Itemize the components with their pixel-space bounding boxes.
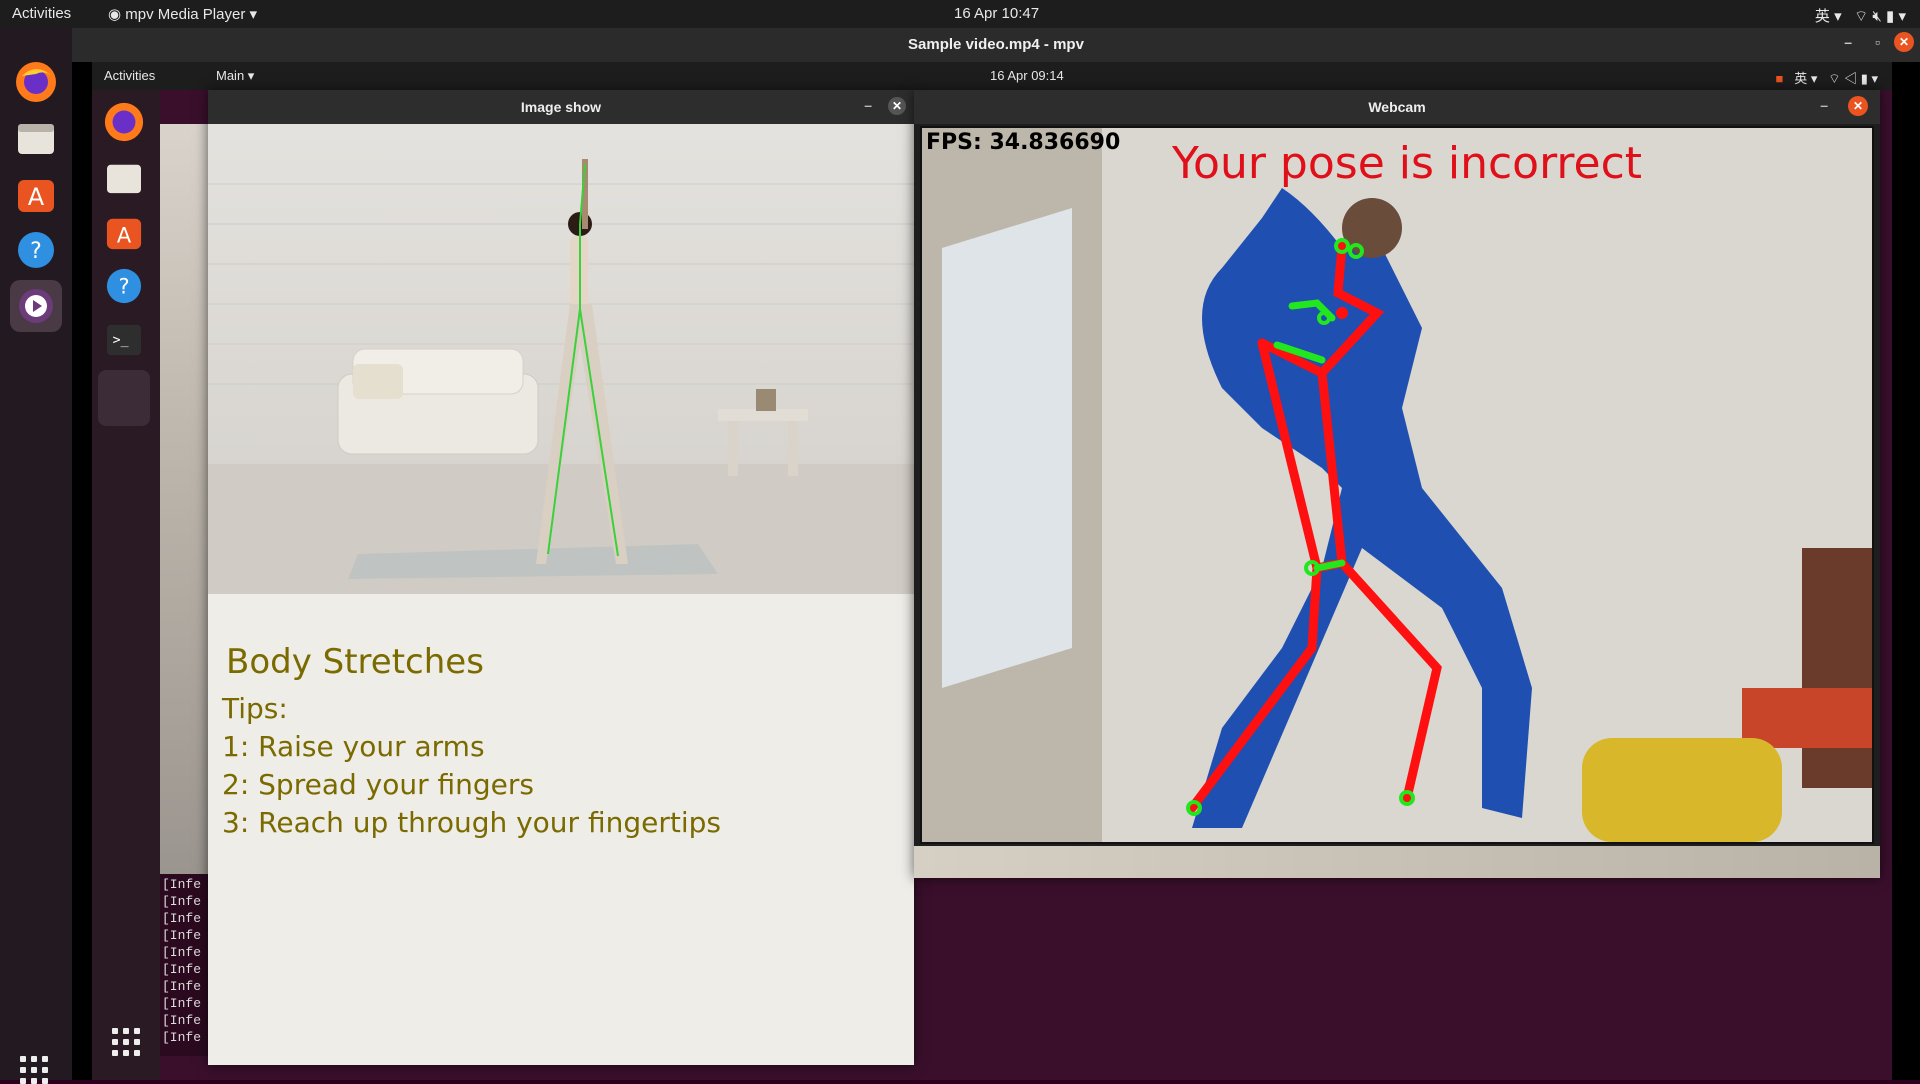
tip-item: 1: Raise your arms bbox=[222, 730, 485, 763]
terminal-line: [Infe bbox=[162, 979, 202, 994]
maximize-icon[interactable]: ▫ bbox=[1875, 34, 1880, 50]
close-icon[interactable]: ✕ bbox=[1894, 32, 1914, 52]
exercise-heading: Body Stretches bbox=[226, 642, 484, 682]
image-show-titlebar: Image show – ✕ bbox=[208, 90, 914, 124]
terminal-output: [Infe [Infe [Infe [Infe [Infe [Infe [Inf… bbox=[162, 876, 201, 1046]
webcam-titlebar: Webcam – ✕ bbox=[914, 90, 1880, 124]
pose-skeleton bbox=[1186, 238, 1442, 816]
close-icon: ✕ bbox=[1848, 96, 1868, 116]
volume-icon: 🔇︎ bbox=[1872, 8, 1887, 25]
svg-text:?: ? bbox=[118, 275, 129, 299]
close-icon: ✕ bbox=[888, 97, 906, 115]
terminal-line: [Infe bbox=[162, 911, 202, 926]
minimize-icon: – bbox=[1820, 97, 1828, 113]
files-icon[interactable] bbox=[10, 112, 62, 164]
terminal-line: [Infe bbox=[162, 1013, 202, 1028]
camera-icon: ■ bbox=[1775, 71, 1784, 86]
mpv-app-icon: ◉ bbox=[108, 6, 126, 23]
video-main-menu-label: Main bbox=[216, 68, 245, 83]
video-activities-label: Activities bbox=[104, 68, 156, 83]
terminal-line: [Infe bbox=[162, 877, 202, 892]
active-app-slot bbox=[98, 370, 150, 426]
mpv-dock-icon[interactable] bbox=[10, 280, 62, 332]
help-icon[interactable]: ? bbox=[10, 224, 62, 276]
image-show-title: Image show bbox=[520, 99, 602, 115]
wifi-icon: ⌔ bbox=[1845, 8, 1873, 25]
mpv-titlebar: Sample video.mp4 - mpv – ▫ ✕ bbox=[72, 28, 1920, 62]
video-input-method: 英 bbox=[1794, 71, 1808, 86]
terminal-window: [Infe [Infe [Infe [Infe [Infe [Infe [Inf… bbox=[160, 124, 208, 1056]
system-tray[interactable]: 英 ▾ ⌔ 🔇︎ ▮ ▾ bbox=[1815, 5, 1906, 26]
input-method-indicator[interactable]: 英 bbox=[1815, 8, 1830, 25]
clock[interactable]: 16 Apr 10:47 bbox=[954, 5, 1039, 22]
show-applications-icon bbox=[112, 1028, 140, 1056]
chevron-down-icon: ▾ bbox=[1834, 8, 1846, 25]
battery-icon: ▮ bbox=[1860, 71, 1868, 86]
software-center-icon[interactable]: A bbox=[10, 168, 62, 220]
app-menu-label: mpv Media Player bbox=[125, 6, 246, 23]
terminal-line: [Infe bbox=[162, 945, 202, 960]
files-icon bbox=[98, 152, 150, 204]
terminal-line: [Infe bbox=[162, 928, 202, 943]
terminal-line: [Infe bbox=[162, 894, 202, 909]
svg-text:A: A bbox=[117, 223, 132, 247]
chevron-down-icon: ▾ bbox=[245, 6, 258, 23]
terminal-line: [Infe bbox=[162, 1030, 202, 1045]
webcam-feed: FPS: 34.836690 Your pose is incorrect bbox=[920, 126, 1874, 844]
yoga-reference-image bbox=[208, 124, 914, 594]
svg-text:A: A bbox=[28, 183, 45, 211]
video-clock: 16 Apr 09:14 bbox=[990, 68, 1064, 83]
activities-button[interactable]: Activities bbox=[12, 5, 71, 22]
software-center-icon: A bbox=[98, 206, 150, 258]
video-tray: ■ 英 ▾ ⌔ ◁ ▮ ▾ bbox=[1775, 71, 1879, 86]
window-title: Sample video.mp4 - mpv bbox=[908, 36, 1084, 53]
system-top-bar: Activities ◉ mpv Media Player ▾ 16 Apr 1… bbox=[0, 0, 1920, 28]
video-dock: A ? >_ bbox=[92, 90, 160, 1080]
firefox-icon bbox=[98, 96, 150, 148]
minimize-icon: – bbox=[864, 97, 872, 113]
background-window-strip bbox=[914, 846, 1880, 878]
terminal-icon: >_ bbox=[98, 314, 150, 366]
battery-icon: ▮ bbox=[1886, 8, 1899, 25]
wifi-icon: ⌔ bbox=[1828, 71, 1841, 86]
tips-card: Body Stretches Tips: 1: Raise your arms … bbox=[208, 594, 914, 1065]
video-top-bar: Activities Main ▾ 16 Apr 09:14 ■ 英 ▾ ⌔ ◁… bbox=[92, 62, 1892, 90]
minimize-icon[interactable]: – bbox=[1844, 34, 1852, 50]
tip-item: 2: Spread your fingers bbox=[222, 768, 534, 801]
tip-item: 3: Reach up through your fingertips bbox=[222, 806, 721, 839]
chevron-down-icon: ▾ bbox=[1898, 8, 1906, 25]
tips-label: Tips: bbox=[222, 692, 288, 725]
svg-text:>_: >_ bbox=[113, 333, 129, 348]
video-main-menu: Main ▾ bbox=[216, 68, 255, 83]
firefox-icon[interactable] bbox=[10, 56, 62, 108]
svg-text:?: ? bbox=[30, 239, 42, 264]
terminal-line: [Infe bbox=[162, 962, 202, 977]
dock: A ? bbox=[0, 28, 72, 1084]
webcam-window: Webcam – ✕ FPS: 34.836690 Your pose is i… bbox=[914, 90, 1880, 878]
webcam-title: Webcam bbox=[1368, 99, 1426, 115]
image-show-window: Image show – ✕ Body Stretches Tips: 1: R… bbox=[208, 90, 914, 1065]
terminal-line: [Infe bbox=[162, 996, 202, 1011]
app-menu-button[interactable]: ◉ mpv Media Player ▾ bbox=[108, 5, 257, 23]
volume-icon: ◁ bbox=[1844, 71, 1858, 86]
help-icon: ? bbox=[98, 260, 150, 312]
background-window-strip bbox=[160, 124, 208, 874]
